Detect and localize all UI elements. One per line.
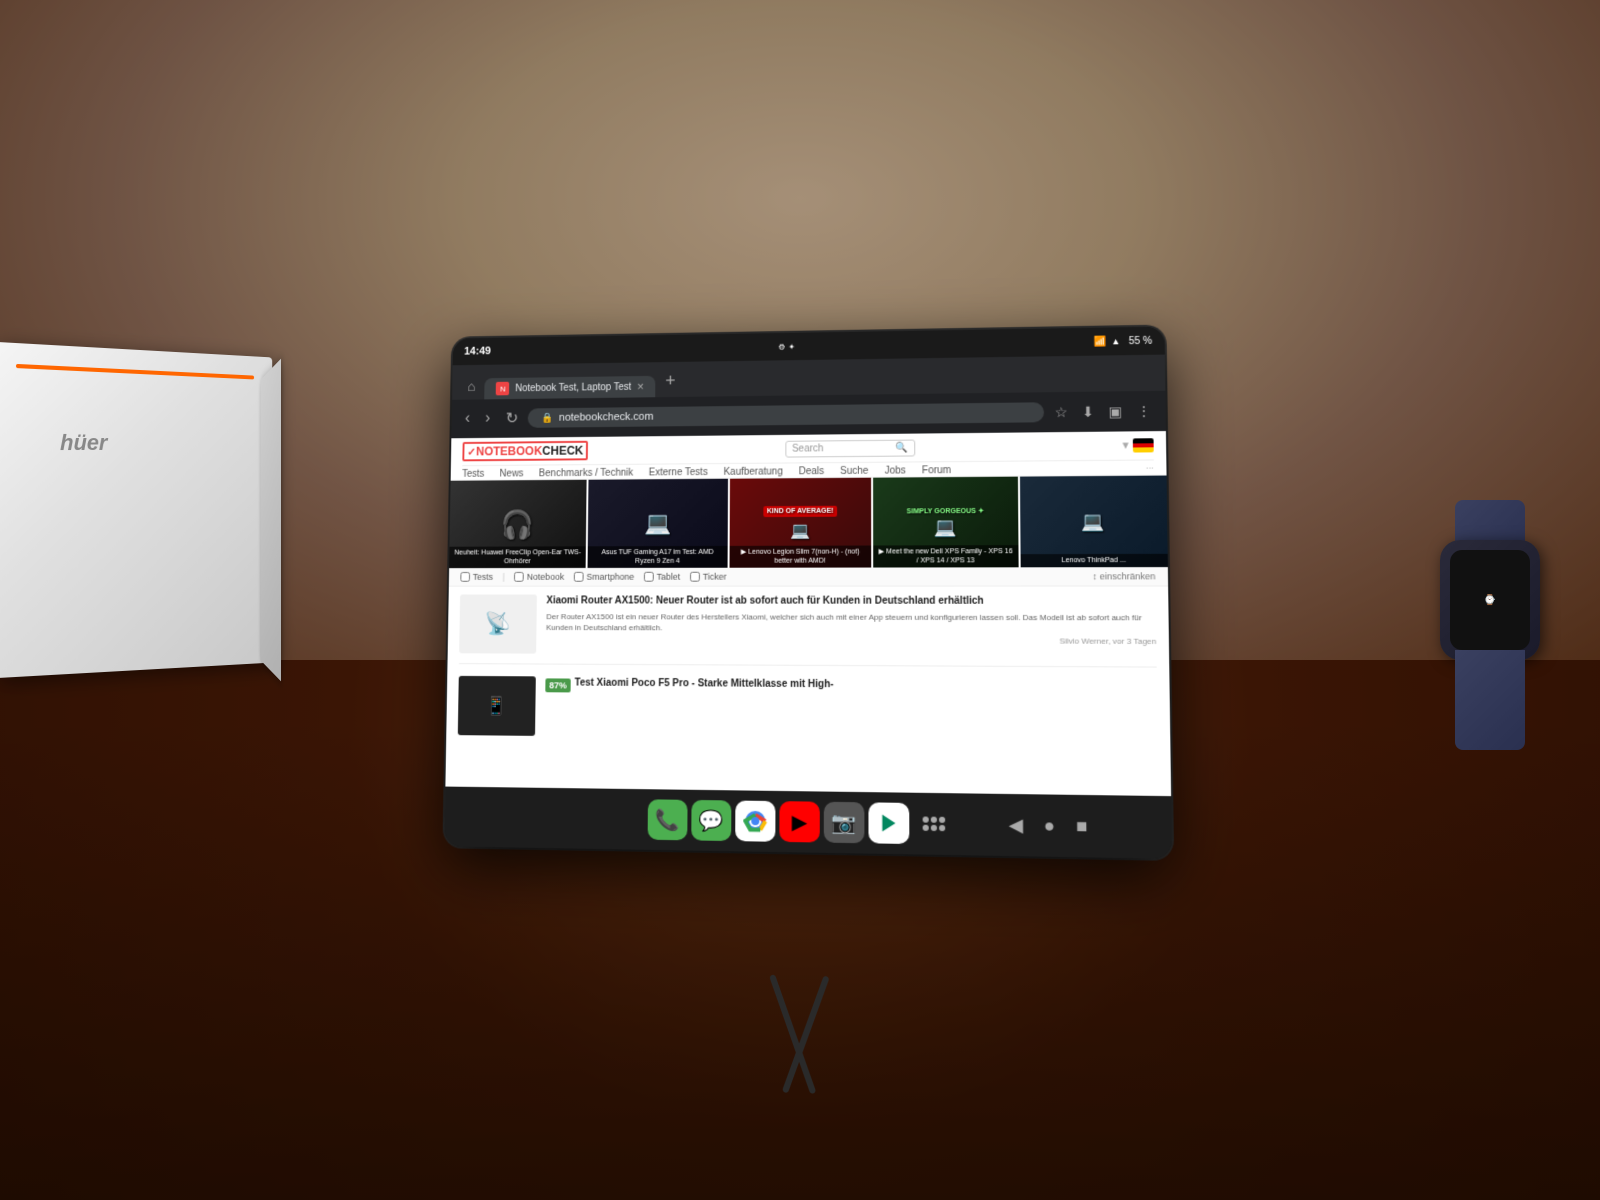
signal-icon: ▲: [1111, 336, 1120, 346]
wifi-icon: 📶: [1094, 336, 1107, 347]
search-icon: 🔍: [895, 442, 908, 453]
tab-close-button[interactable]: ×: [637, 380, 644, 394]
news-title-2: Test Xiaomi Poco F5 Pro - Starke Mittelk…: [575, 677, 834, 692]
site-logo[interactable]: ✓ NOTEBOOKCHECK: [462, 441, 588, 462]
dock-play-store[interactable]: [868, 802, 909, 844]
nav-back-button[interactable]: ◀: [1009, 814, 1024, 836]
download-button[interactable]: ⬇: [1076, 399, 1101, 424]
filter-smartphone[interactable]: Smartphone: [574, 572, 634, 582]
news-content-2: 87% Test Xiaomi Poco F5 Pro - Starke Mit…: [545, 676, 1158, 742]
website-content: ✓ NOTEBOOKCHECK Search 🔍 ▼: [445, 431, 1171, 796]
logo-row: ✓ NOTEBOOKCHECK Search 🔍 ▼: [462, 435, 1153, 461]
hero-images-row: 🎧 Neuheit: Huawei FreeClip Open-Ear TWS-…: [449, 476, 1168, 569]
filter-ticker-checkbox[interactable]: [690, 572, 700, 582]
news-title-1: Xiaomi Router AX1500: Neuer Router ist a…: [546, 595, 1155, 609]
news-meta-1: Silvio Werner, vor 3 Tagen: [546, 635, 1156, 646]
filter-restrict[interactable]: ↕ einschränken: [1092, 571, 1155, 581]
new-tab-button[interactable]: +: [657, 371, 683, 398]
watch-body: ⌚: [1440, 540, 1540, 660]
reload-button[interactable]: ↻: [500, 405, 525, 432]
product-box-side: [260, 359, 281, 682]
active-tab[interactable]: N Notebook Test, Laptop Test ×: [485, 376, 656, 400]
browser: ⌂ N Notebook Test, Laptop Test × + ‹ › ↻…: [445, 355, 1171, 797]
toolbar-icons: ☆ ⬇ ▣ ⋮: [1048, 398, 1157, 424]
news-item-2[interactable]: 📱 87% Test Xiaomi Poco F5 Pro - Starke M…: [458, 674, 1158, 742]
status-icons: 📶 ▲ 55 %: [1094, 335, 1152, 347]
language-selector[interactable]: ▼: [1120, 438, 1153, 452]
dock-youtube[interactable]: ▶: [779, 801, 819, 842]
nav-externe[interactable]: Externe Tests: [649, 467, 708, 478]
tablet-frame: 14:49 ⚙ ✦ 📶 ▲ 55 % ⌂ N Notebook Test, La…: [444, 327, 1172, 859]
filter-notebook-checkbox[interactable]: [514, 572, 524, 582]
hero-item-4[interactable]: SIMPLY GORGEOUS ✦ 💻 ▶ Meet the new Dell …: [873, 477, 1018, 568]
hero-label-2: Asus TUF Gaming A17 im Test: AMD Ryzen 9…: [588, 546, 728, 568]
hero-label-1: Neuheit: Huawei FreeClip Open-Ear TWS-Oh…: [449, 546, 586, 568]
hero-item-3[interactable]: KIND OF AVERAGE! 💻 ▶ Lenovo Legion Slim …: [729, 478, 871, 568]
status-time: 14:49: [464, 346, 491, 358]
tab-favicon: N: [496, 382, 510, 396]
smartwatch: ⌚: [1420, 500, 1540, 760]
star-button[interactable]: ☆: [1048, 399, 1073, 424]
news-section: 📡 Xiaomi Router AX1500: Neuer Router ist…: [445, 587, 1171, 797]
product-box: [0, 342, 272, 678]
news-item-1[interactable]: 📡 Xiaomi Router AX1500: Neuer Router ist…: [459, 594, 1157, 667]
hero-item-5[interactable]: 💻 Lenovo ThinkPad ...: [1020, 476, 1168, 568]
tab-home-button[interactable]: ⌂: [460, 378, 484, 399]
filter-tests-checkbox[interactable]: [460, 572, 470, 582]
nav-deals[interactable]: Deals: [799, 466, 824, 477]
forward-button[interactable]: ›: [479, 406, 496, 431]
filter-smartphone-checkbox[interactable]: [574, 572, 584, 582]
hero-label-5: Lenovo ThinkPad ...: [1020, 554, 1168, 568]
dock-chrome[interactable]: [735, 801, 775, 842]
dock-app-drawer[interactable]: [913, 803, 954, 845]
flag-germany: [1133, 438, 1154, 452]
nav-suche[interactable]: Suche: [840, 466, 868, 477]
reader-button[interactable]: ▣: [1102, 399, 1128, 424]
watch-band-bottom: [1455, 650, 1525, 750]
search-text: Search: [792, 443, 823, 454]
news-thumb-2: 📱: [458, 676, 536, 736]
filter-tests[interactable]: Tests: [460, 572, 493, 582]
dock-phone[interactable]: 📞: [648, 799, 688, 840]
filter-notebook[interactable]: Notebook: [514, 572, 564, 582]
filter-divider-1: |: [502, 572, 504, 582]
hero-label-3: ▶ Lenovo Legion Slim 7(non-H) - (not) be…: [729, 545, 871, 567]
nav-benchmarks[interactable]: Benchmarks / Technik: [539, 468, 633, 479]
dock-camera[interactable]: 📷: [824, 802, 865, 844]
filter-tablet[interactable]: Tablet: [644, 572, 680, 582]
news-content-1: Xiaomi Router AX1500: Neuer Router ist a…: [546, 595, 1157, 657]
filter-tablet-checkbox[interactable]: [644, 572, 654, 582]
tab-title: Notebook Test, Laptop Test: [515, 382, 631, 394]
nav-recents-button[interactable]: ■: [1076, 815, 1088, 837]
hero-item-1[interactable]: 🎧 Neuheit: Huawei FreeClip Open-Ear TWS-…: [449, 480, 587, 568]
android-dock: 📞 💬 ▶ 📷: [444, 787, 1172, 859]
nav-tests[interactable]: Tests: [462, 469, 484, 480]
address-input[interactable]: 🔒 notebookcheck.com: [528, 402, 1045, 428]
back-button[interactable]: ‹: [459, 406, 476, 431]
notebookcheck-header: ✓ NOTEBOOKCHECK Search 🔍 ▼: [451, 431, 1167, 481]
tablet: 14:49 ⚙ ✦ 📶 ▲ 55 % ⌂ N Notebook Test, La…: [444, 327, 1172, 859]
nav-kaufberatung[interactable]: Kaufberatung: [723, 466, 782, 477]
filter-bar: Tests | Notebook Smartphone Tablet: [449, 567, 1168, 587]
nav-jobs[interactable]: Jobs: [885, 465, 906, 476]
dock-apps: 📞 💬 ▶ 📷: [648, 799, 955, 844]
news-thumb-1: 📡: [459, 594, 537, 653]
nav-forum[interactable]: Forum: [922, 465, 951, 476]
nav-more[interactable]: ···: [1146, 463, 1154, 474]
hero-label-4: ▶ Meet the new Dell XPS Family - XPS 16 …: [873, 545, 1018, 568]
news-score-2: 87%: [545, 678, 570, 692]
dock-messages[interactable]: 💬: [691, 800, 731, 841]
box-logo-text: hüer: [60, 430, 107, 456]
search-box[interactable]: Search 🔍: [785, 439, 915, 457]
nav-news[interactable]: News: [500, 469, 524, 480]
url-text: notebookcheck.com: [559, 411, 654, 424]
hero-item-2[interactable]: 💻 Asus TUF Gaming A17 im Test: AMD Ryzen…: [588, 479, 728, 568]
news-excerpt-1: Der Router AX1500 ist ein neuer Router d…: [546, 611, 1156, 635]
menu-button[interactable]: ⋮: [1130, 398, 1157, 423]
dock-nav: ◀ ● ■: [1009, 814, 1088, 837]
nav-home-button[interactable]: ●: [1044, 815, 1056, 837]
battery-percent: 55 %: [1129, 335, 1153, 346]
filter-ticker[interactable]: Ticker: [690, 572, 727, 582]
